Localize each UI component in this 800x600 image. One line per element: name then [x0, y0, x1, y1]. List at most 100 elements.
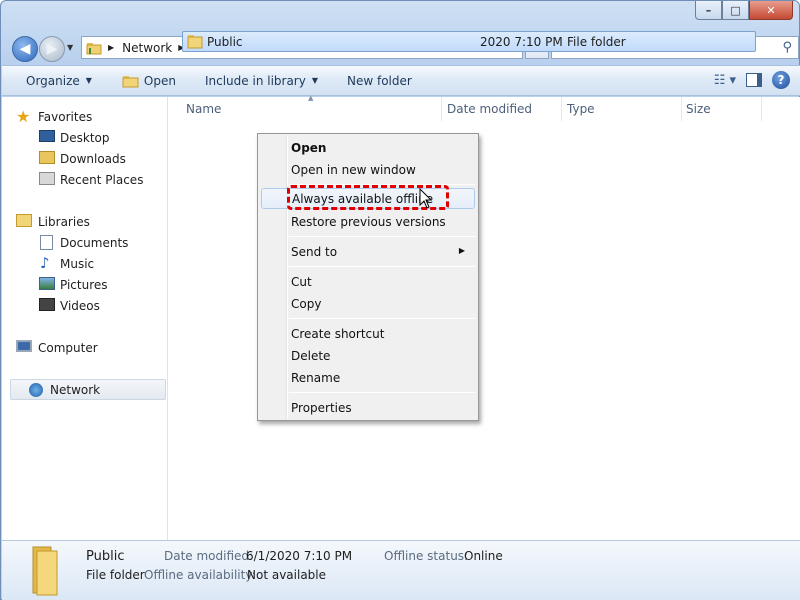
explorer-window: – □ ✕ ◀ ▶ ▼ ▶ Network ▶ 192.168.0.54 ▶ U… [0, 0, 800, 600]
menu-item-properties[interactable]: Properties [261, 397, 475, 418]
sidebar-label: Network [50, 382, 101, 397]
menu-item-restore-previous-versions[interactable]: Restore previous versions [261, 211, 475, 232]
menu-label: Delete [291, 348, 331, 363]
caption-buttons: – □ ✕ [695, 1, 793, 20]
sidebar-item-computer[interactable]: Computer [2, 337, 168, 358]
sidebar-item-network[interactable]: Network [10, 379, 166, 400]
open-folder-icon [122, 75, 139, 87]
recent-pages-dropdown[interactable]: ▼ [67, 43, 73, 52]
sidebar-item-favorites[interactable]: ★ Favorites [2, 106, 168, 127]
details-date-value: 6/1/2020 7:10 PM [246, 549, 353, 563]
organize-button[interactable]: Organize ▼ [26, 65, 92, 96]
menu-label: Rename [291, 370, 341, 385]
preview-pane-icon[interactable] [746, 73, 762, 87]
sidebar-item-downloads[interactable]: Downloads [2, 148, 168, 169]
large-folder-icon [32, 546, 58, 596]
open-button[interactable]: Open [122, 65, 176, 96]
column-name[interactable]: Name [186, 102, 221, 116]
forward-arrow-icon: ▶ [46, 41, 58, 57]
forward-button[interactable]: ▶ [39, 36, 65, 62]
menu-item-send-to[interactable]: Send to ▶ [261, 241, 475, 262]
menu-item-rename[interactable]: Rename [261, 367, 475, 388]
sidebar-label: Documents [60, 235, 129, 250]
file-date: 2020 7:10 PM [480, 35, 563, 49]
navigation-pane: ★ Favorites Desktop Downloads Recent Pla… [2, 97, 168, 540]
column-divider[interactable] [441, 97, 442, 121]
sidebar-item-libraries[interactable]: Libraries [2, 211, 168, 232]
details-name: Public [86, 549, 125, 564]
menu-label: Properties [291, 400, 352, 415]
downloads-icon [39, 151, 55, 164]
details-date-label: Date modified: [164, 549, 254, 563]
menu-label: Send to [291, 244, 338, 259]
toolbar-right-group: ☷ ▾ ? [714, 71, 790, 89]
details-offline-status-label: Offline status: [384, 549, 469, 563]
sidebar-label: Videos [60, 298, 100, 313]
menu-label: Open in new window [291, 162, 416, 177]
search-icon[interactable]: ⚲ [782, 40, 792, 55]
sidebar-item-recent-places[interactable]: Recent Places [2, 169, 168, 190]
new-folder-button[interactable]: New folder [347, 65, 412, 96]
menu-item-cut[interactable]: Cut [261, 271, 475, 292]
menu-label: Cut [291, 274, 312, 289]
details-pane: Public File folder Date modified: 6/1/20… [2, 540, 800, 600]
libraries-group: Libraries Documents ♪ Music Pictures Vid… [2, 211, 168, 316]
file-row-public[interactable]: Public 2020 7:10 PM File folder [182, 31, 756, 52]
column-type[interactable]: Type [567, 102, 595, 116]
menu-separator [289, 236, 475, 237]
network-globe-icon [29, 383, 43, 397]
sidebar-label: Pictures [60, 277, 108, 292]
menu-item-delete[interactable]: Delete [261, 345, 475, 366]
column-divider[interactable] [681, 97, 682, 121]
documents-icon [40, 235, 53, 250]
menu-item-create-shortcut[interactable]: Create shortcut [261, 323, 475, 344]
menu-item-open-new-window[interactable]: Open in new window [261, 159, 475, 180]
sidebar-item-music[interactable]: ♪ Music [2, 253, 168, 274]
star-icon: ★ [16, 107, 31, 126]
menu-label: Open [291, 140, 327, 155]
sidebar-item-desktop[interactable]: Desktop [2, 127, 168, 148]
menu-separator [289, 392, 475, 393]
column-divider[interactable] [761, 97, 762, 121]
videos-icon [39, 298, 55, 311]
maximize-button[interactable]: □ [722, 1, 749, 20]
open-label: Open [143, 73, 176, 88]
include-in-library-button[interactable]: Include in library ▼ [205, 65, 318, 96]
breadcrumb-separator[interactable]: ▶ [108, 43, 114, 52]
column-size[interactable]: Size [686, 102, 711, 116]
column-date-modified[interactable]: Date modified [447, 102, 532, 116]
breadcrumb-network[interactable]: Network [122, 41, 172, 55]
chevron-down-icon: ▼ [85, 76, 92, 85]
minimize-button[interactable]: – [695, 1, 722, 20]
back-button[interactable]: ◀ [12, 36, 38, 62]
column-divider[interactable] [561, 97, 562, 121]
close-button[interactable]: ✕ [749, 1, 793, 20]
music-icon: ♪ [40, 254, 50, 272]
sidebar-label: Desktop [60, 130, 110, 145]
sidebar-item-videos[interactable]: Videos [2, 295, 168, 316]
menu-separator [289, 266, 475, 267]
view-options-icon[interactable]: ☷ ▾ [714, 73, 736, 88]
submenu-arrow-icon: ▶ [458, 246, 465, 255]
sidebar-item-documents[interactable]: Documents [2, 232, 168, 253]
computer-icon [16, 340, 32, 352]
desktop-icon [39, 130, 55, 142]
context-menu: Open Open in new window Always available… [257, 133, 479, 421]
sidebar-label: Music [60, 256, 95, 271]
sidebar-label: Libraries [38, 214, 90, 229]
network-group: Network [2, 379, 168, 400]
sidebar-label: Favorites [38, 109, 93, 124]
details-offline-availability-value: Not available [247, 568, 327, 582]
computer-group: Computer [2, 337, 168, 358]
help-icon[interactable]: ? [772, 71, 790, 89]
sidebar-item-pictures[interactable]: Pictures [2, 274, 168, 295]
libraries-icon [16, 214, 32, 227]
menu-item-open[interactable]: Open [261, 137, 475, 158]
sort-ascending-icon: ▲ [308, 94, 314, 102]
sidebar-label: Recent Places [60, 172, 144, 187]
menu-item-copy[interactable]: Copy [261, 293, 475, 314]
details-offline-availability-label: Offline availability: [144, 568, 256, 582]
favorites-group: ★ Favorites Desktop Downloads Recent Pla… [2, 106, 168, 190]
chevron-down-icon: ▼ [311, 76, 318, 85]
include-in-library-label: Include in library [204, 73, 306, 88]
